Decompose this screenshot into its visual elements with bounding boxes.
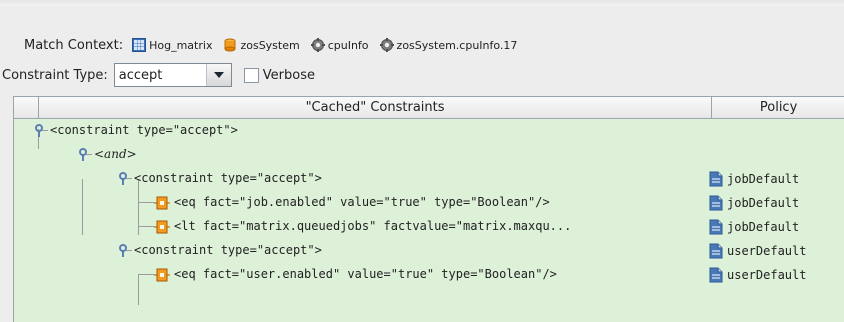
cached-constraints-table: "Cached" Constraints Policy <constraint … — [13, 96, 844, 322]
tree-line — [86, 154, 92, 155]
tree-node-label: <eq fact="job.enabled" value="true" type… — [174, 195, 550, 209]
tree-node-label: <constraint type="accept"> — [134, 243, 322, 257]
policy-cell[interactable]: userDefault — [709, 263, 806, 287]
orange-cylinder-icon — [224, 38, 236, 52]
constraint-type-value: accept — [118, 67, 163, 83]
gear-icon — [310, 38, 325, 52]
tree-node-toggle-icon[interactable] — [78, 148, 88, 162]
match-context-label: Match Context: — [24, 37, 124, 53]
match-context-item-label: zosSystem.cpuInfo.17 — [396, 38, 518, 52]
tree-cell: <constraint type="accept"> — [14, 167, 712, 191]
document-icon — [709, 195, 723, 211]
tree-row[interactable]: <lt fact="matrix.queuedjobs" factvalue="… — [14, 215, 844, 239]
verbose-label[interactable]: Verbose — [263, 68, 315, 83]
table-corner-cell — [14, 97, 39, 118]
policy-cell[interactable]: jobDefault — [709, 215, 799, 239]
tree-cell: <eq fact="job.enabled" value="true" type… — [14, 191, 712, 215]
tree-node-label: <eq fact="user.enabled" value="true" typ… — [174, 267, 557, 281]
match-context-item-zossystem-cpuinfo-17[interactable]: zosSystem.cpuInfo.17 — [379, 38, 518, 52]
tree-cell: <eq fact="user.enabled" value="true" typ… — [14, 263, 712, 287]
match-context-item-label: zosSystem — [240, 38, 300, 52]
tree-row[interactable]: <eq fact="job.enabled" value="true" type… — [14, 191, 844, 215]
tree-node-toggle-icon[interactable] — [118, 244, 128, 258]
constraint-type-label: Constraint Type: — [2, 67, 108, 83]
constraints-panel: Match Context: Hog_matrix zosSystem cpuI… — [0, 0, 844, 322]
constraint-type-row: Constraint Type: accept Verbose — [2, 63, 315, 87]
document-icon — [709, 219, 723, 235]
match-context-item-zossystem[interactable]: zosSystem — [223, 38, 300, 52]
policy-label: jobDefault — [727, 220, 800, 234]
tree-line — [138, 274, 154, 275]
match-context-item-label: Hog_matrix — [149, 38, 213, 52]
leaf-node-icon — [154, 268, 170, 282]
tree-node-label: <constraint type="accept"> — [134, 171, 322, 185]
tree-node-label: <lt fact="matrix.queuedjobs" factvalue="… — [174, 219, 572, 233]
match-context-item-hog-matrix[interactable]: Hog_matrix — [132, 38, 212, 52]
document-icon — [709, 267, 723, 283]
tree-row[interactable]: <constraint type="accept"> — [14, 119, 844, 143]
grid-icon — [132, 38, 147, 52]
tree-node-label: <constraint type="accept"> — [50, 123, 238, 137]
policy-cell[interactable]: jobDefault — [709, 191, 799, 215]
tree-node-toggle-icon[interactable] — [34, 124, 44, 138]
policy-cell[interactable]: jobDefault — [709, 167, 799, 191]
leaf-node-icon — [154, 220, 170, 234]
tree-row[interactable]: <constraint type="accept"> userDefault — [14, 239, 844, 263]
tree-line — [138, 226, 154, 227]
policy-cell[interactable]: userDefault — [709, 239, 806, 263]
tree-line — [126, 250, 132, 251]
verbose-checkbox[interactable] — [243, 67, 259, 83]
table-header: "Cached" Constraints Policy — [14, 97, 844, 119]
tree-cell: <constraint type="accept"> — [14, 239, 712, 263]
dropdown-button[interactable] — [205, 64, 231, 86]
match-context-item-label: cpuInfo — [327, 38, 369, 52]
tree-row[interactable]: <eq fact="user.enabled" value="true" typ… — [14, 263, 844, 287]
constraint-type-select[interactable]: accept — [113, 63, 232, 87]
leaf-node-icon — [154, 196, 170, 210]
gear-icon — [379, 38, 394, 52]
tree-row[interactable]: <constraint type="accept"> jobDefault — [14, 167, 844, 191]
tree-line — [42, 130, 48, 131]
policy-label: userDefault — [727, 268, 807, 282]
tree-cell: <and> — [14, 143, 712, 167]
match-context-item-cpuinfo[interactable]: cpuInfo — [310, 38, 369, 52]
tree-node-label: <and> — [94, 147, 137, 161]
document-icon — [709, 171, 723, 187]
policy-label: jobDefault — [727, 196, 800, 210]
policy-label: userDefault — [727, 244, 807, 258]
tree-row[interactable]: <and> — [14, 143, 844, 167]
column-header-policy[interactable]: Policy — [712, 97, 844, 118]
tree-line — [138, 202, 154, 203]
tree-line — [126, 178, 132, 179]
tree-cell: <constraint type="accept"> — [14, 119, 712, 143]
column-header-cached-constraints[interactable]: "Cached" Constraints — [39, 97, 713, 118]
match-context-row: Match Context: Hog_matrix zosSystem cpuI… — [24, 36, 523, 54]
document-icon — [709, 243, 723, 259]
chevron-down-icon — [213, 72, 224, 78]
policy-label: jobDefault — [727, 172, 800, 186]
tree-node-toggle-icon[interactable] — [118, 172, 128, 186]
tree-cell: <lt fact="matrix.queuedjobs" factvalue="… — [14, 215, 712, 239]
